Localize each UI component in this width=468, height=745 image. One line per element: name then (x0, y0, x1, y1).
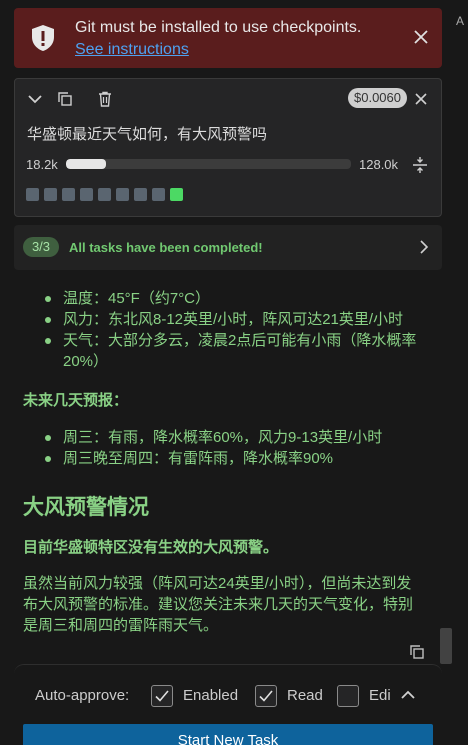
wind-warning-heading: 大风预警情况 (23, 496, 149, 519)
weather-list: 温度：45°F（约7°C） 风力：东北风8-12英里/小时，阵风可达21英里/小… (14, 288, 424, 372)
git-error-banner: Git must be installed to use checkpoints… (14, 8, 442, 68)
checkpoint-marker[interactable] (62, 188, 75, 201)
trash-icon[interactable] (96, 90, 114, 108)
chevron-up-icon[interactable] (399, 687, 417, 703)
checkpoint-list (26, 188, 183, 201)
task-completion-bar[interactable]: 3/3 All tasks have been completed! (14, 225, 442, 270)
chevron-down-icon[interactable] (26, 90, 44, 108)
tokens-used: 18.2k (26, 157, 58, 172)
cost-badge: $0.0060 (348, 88, 407, 108)
edge-letter: A (456, 14, 465, 28)
edit-label[interactable]: Edi (369, 687, 391, 704)
wind-warning-status: 目前华盛顿特区没有生效的大风预警。 (23, 539, 279, 556)
shield-alert-icon (32, 25, 54, 51)
copy-icon[interactable] (408, 643, 426, 661)
task-header-card: $0.0060 华盛顿最近天气如何，有大风预警吗 18.2k 128.0k (14, 78, 442, 217)
enabled-label[interactable]: Enabled (183, 687, 238, 704)
list-item: 周三晚至周四：有雷阵雨，降水概率90% (14, 448, 424, 469)
progress-badge: 3/3 (23, 237, 59, 257)
checkpoint-marker[interactable] (170, 188, 183, 201)
task-text: 华盛顿最近天气如何，有大风预警吗 (27, 126, 268, 143)
context-usage-fill (66, 159, 107, 169)
chevron-right-icon (420, 240, 429, 254)
assistant-message: 温度：45°F（约7°C） 风力：东北风8-12英里/小时，阵风可达21英里/小… (14, 278, 424, 636)
copy-icon[interactable] (56, 90, 74, 108)
check-icon (155, 690, 169, 702)
checkpoint-marker[interactable] (44, 188, 57, 201)
read-label[interactable]: Read (287, 687, 323, 704)
checkpoint-marker[interactable] (98, 188, 111, 201)
list-item: 天气：大部分多云，凌晨2点后可能有小雨（降水概率20%） (14, 330, 424, 372)
list-item: 风力：东北风8-12英里/小时，阵风可达21英里/小时 (14, 309, 424, 330)
checkpoint-marker[interactable] (80, 188, 93, 201)
check-icon (259, 690, 273, 702)
forecast-heading: 未来几天预报： (23, 392, 129, 409)
close-icon[interactable] (412, 28, 430, 46)
close-icon[interactable] (412, 90, 430, 108)
compress-icon[interactable] (411, 156, 429, 174)
list-item: 温度：45°F（约7°C） (14, 288, 424, 309)
auto-approve-label: Auto-approve: (35, 687, 130, 704)
enabled-checkbox[interactable] (151, 685, 173, 707)
bottom-panel: Auto-approve: Enabled Read Edi Start New… (14, 664, 442, 745)
git-error-title: Git must be installed to use checkpoints… (75, 19, 362, 36)
completion-text: All tasks have been completed! (69, 240, 263, 255)
see-instructions-link[interactable]: See instructions (75, 41, 189, 59)
list-item: 周三：有雨，降水概率60%，风力9-13英里/小时 (14, 427, 424, 448)
forecast-list: 周三：有雨，降水概率60%，风力9-13英里/小时 周三晚至周四：有雷阵雨，降水… (14, 427, 424, 469)
start-new-task-button[interactable]: Start New Task (23, 724, 433, 745)
checkpoint-marker[interactable] (26, 188, 39, 201)
checkpoint-marker[interactable] (116, 188, 129, 201)
tokens-max: 128.0k (359, 157, 399, 172)
checkpoint-marker[interactable] (152, 188, 165, 201)
context-usage-bar (66, 159, 351, 169)
checkpoint-marker[interactable] (134, 188, 147, 201)
wind-warning-note: 虽然当前风力较强（阵风可达24英里/小时），但尚未达到发布大风预警的标准。建议您… (23, 575, 414, 634)
read-checkbox[interactable] (255, 685, 277, 707)
scrollbar-thumb[interactable] (440, 628, 452, 664)
edit-checkbox[interactable] (337, 685, 359, 707)
